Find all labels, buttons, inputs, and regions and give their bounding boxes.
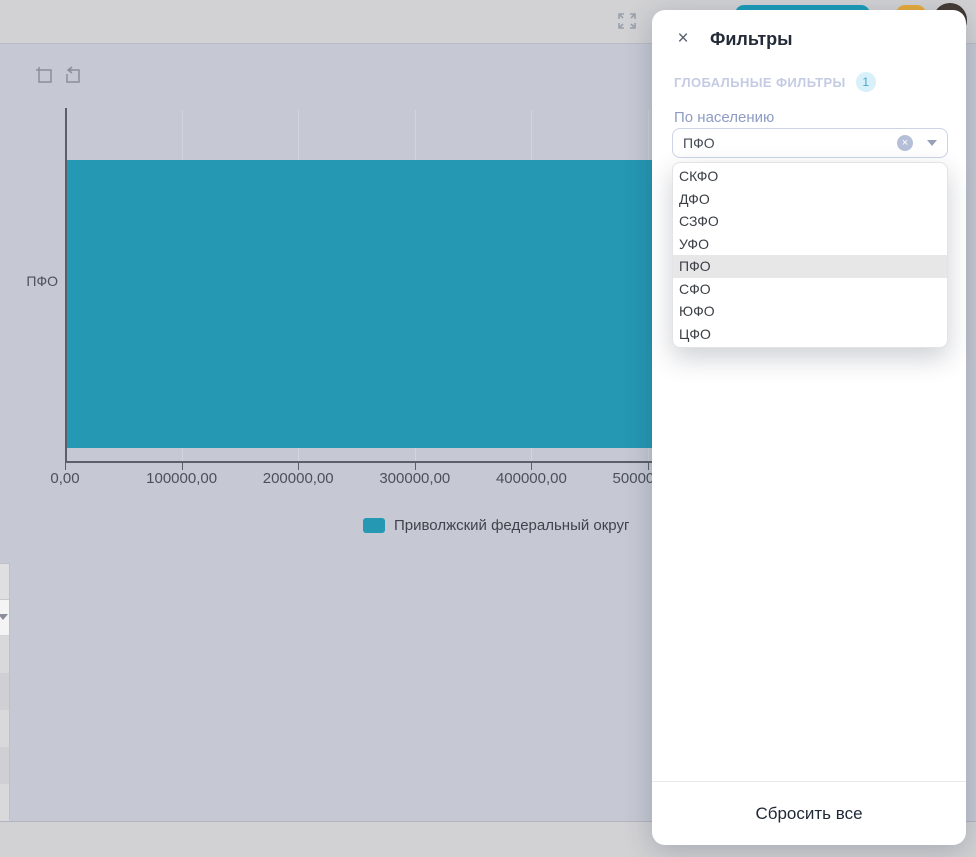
x-tick-label: 300000,00 <box>367 470 463 487</box>
filter-field-label: По населению <box>674 109 774 126</box>
dashboard-page: { "colors": { "accent_teal": "#2598b4", … <box>0 0 976 857</box>
dropdown-option-сзфо[interactable]: СЗФО <box>673 210 947 233</box>
box-zoom-icon[interactable] <box>35 66 55 86</box>
population-filter-select[interactable]: ПФО × <box>672 128 948 158</box>
dropdown-option-сфо[interactable]: СФО <box>673 278 947 301</box>
table-edge-sort-icon <box>0 600 9 636</box>
filter-options-dropdown: СКФОДФОСЗФОУФОПФОСФОЮФОЦФО <box>672 162 948 348</box>
filters-panel-header: × Фильтры <box>652 10 966 68</box>
filters-count-badge: 1 <box>856 72 876 92</box>
clear-selection-icon[interactable]: × <box>897 135 913 151</box>
chart-legend[interactable]: Приволжский федеральный округ <box>363 517 629 534</box>
filters-panel-title: Фильтры <box>710 29 793 50</box>
global-filters-label: ГЛОБАЛЬНЫЕ ФИЛЬТРЫ <box>674 75 846 90</box>
x-tick-label: 200000,00 <box>250 470 346 487</box>
y-axis-category-label: ПФО <box>14 273 58 289</box>
chart-bar-pfo[interactable] <box>67 160 666 448</box>
global-filters-section: ГЛОБАЛЬНЫЕ ФИЛЬТРЫ 1 <box>674 72 876 92</box>
dropdown-option-юфо[interactable]: ЮФО <box>673 300 947 323</box>
legend-swatch <box>363 518 385 533</box>
x-tick-label: 400000,00 <box>483 470 579 487</box>
filters-panel: × Фильтры ГЛОБАЛЬНЫЕ ФИЛЬТРЫ 1 По населе… <box>652 10 966 845</box>
reset-all-button[interactable]: Сбросить все <box>755 804 862 824</box>
fullscreen-expand-icon[interactable] <box>614 8 640 34</box>
dropdown-option-цфо[interactable]: ЦФО <box>673 323 947 346</box>
undo-zoom-icon[interactable] <box>63 66 83 86</box>
chart-toolbar <box>35 66 83 86</box>
y-axis-line <box>65 108 67 462</box>
x-tick-mark <box>182 463 183 470</box>
x-tick-mark <box>531 463 532 470</box>
dropdown-option-скфо[interactable]: СКФО <box>673 165 947 188</box>
filter-select-value: ПФО <box>683 135 897 151</box>
dropdown-option-уфо[interactable]: УФО <box>673 233 947 256</box>
x-tick-mark <box>648 463 649 470</box>
table-widget-edge <box>0 563 10 819</box>
dropdown-option-дфо[interactable]: ДФО <box>673 188 947 211</box>
x-tick-label: 0,00 <box>17 470 113 487</box>
close-icon[interactable]: × <box>674 30 692 48</box>
table-edge-header <box>0 564 9 600</box>
filters-panel-footer: Сбросить все <box>652 781 966 845</box>
dropdown-option-пфо[interactable]: ПФО <box>673 255 947 278</box>
x-tick-label: 100000,00 <box>134 470 230 487</box>
x-tick-mark <box>65 463 66 470</box>
legend-label: Приволжский федеральный округ <box>394 517 629 534</box>
x-tick-mark <box>415 463 416 470</box>
x-tick-mark <box>298 463 299 470</box>
chevron-down-icon[interactable] <box>927 140 937 146</box>
